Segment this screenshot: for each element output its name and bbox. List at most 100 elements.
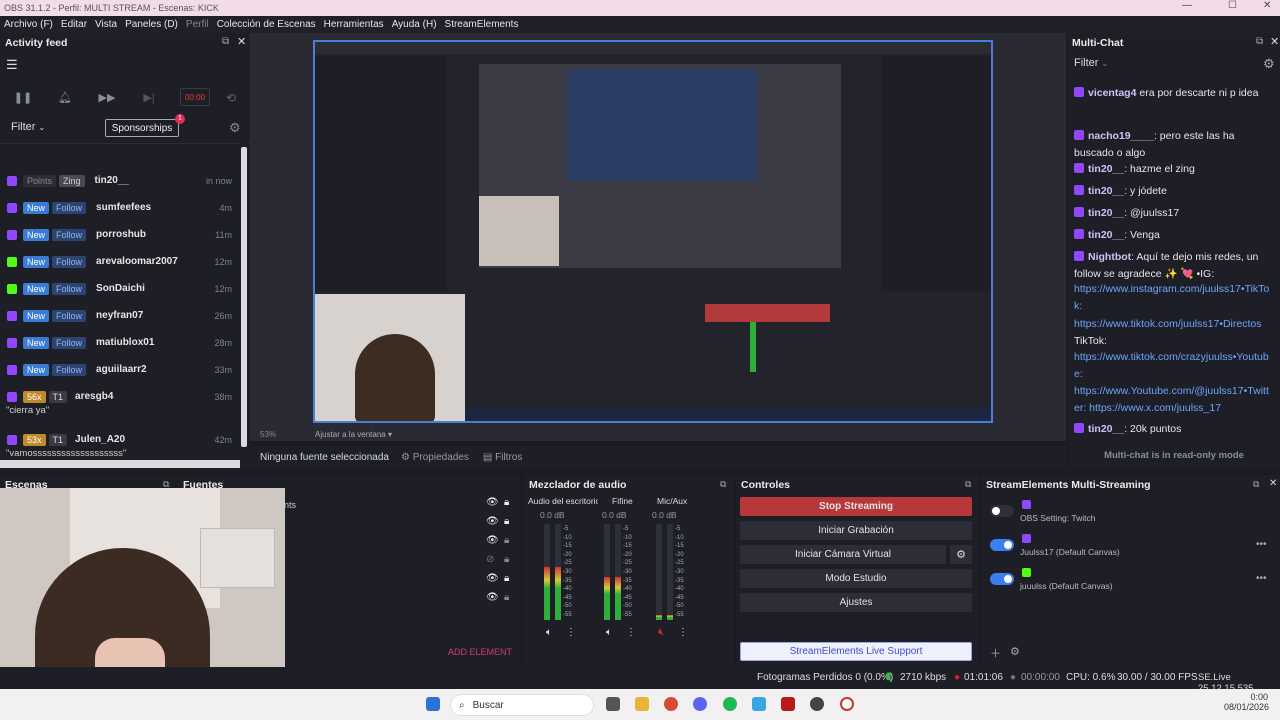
app-icon[interactable] <box>752 697 766 711</box>
float-icon[interactable]: ⧉ <box>965 479 971 490</box>
live-support-button[interactable]: StreamElements Live Support <box>740 642 972 661</box>
chat-username[interactable]: nacho19____ <box>1088 130 1154 142</box>
close-panel-icon[interactable]: ✕ <box>237 35 246 48</box>
spotify-icon[interactable] <box>723 697 737 711</box>
stop-streaming-button[interactable]: Stop Streaming <box>740 497 972 516</box>
menu-vista[interactable]: Vista <box>95 19 117 30</box>
eye-icon[interactable]: 👁︎ <box>486 535 499 546</box>
sponsorships-button[interactable]: Sponsorships <box>105 119 179 137</box>
mute-timer[interactable]: 00:00 <box>180 88 210 106</box>
feed-item[interactable]: New Follow sumfeefees 4m <box>0 194 248 221</box>
more-options-icon[interactable]: ••• <box>1256 539 1267 550</box>
task-view-icon[interactable] <box>606 697 620 711</box>
filter-dropdown[interactable]: Filter ⌄ <box>11 121 45 133</box>
output-toggle[interactable] <box>990 505 1014 517</box>
lock-icon[interactable]: 🔒︎ <box>504 516 509 527</box>
properties-button[interactable]: ⚙ Propiedades <box>401 452 469 463</box>
chat-username[interactable]: tin20__ <box>1088 423 1124 435</box>
gear-icon[interactable]: ⚙ <box>1010 645 1020 658</box>
chat-link[interactable]: https://www.tiktok.com/crazyjuulss•Youtu… <box>1074 351 1269 380</box>
chat-username[interactable]: tin20__ <box>1088 185 1124 197</box>
scrollbar-thumb[interactable] <box>241 147 247 447</box>
feed-scrollbar[interactable] <box>240 143 248 460</box>
chat-link[interactable]: https://www.tiktok.com/juulss17•Directos <box>1074 318 1262 330</box>
more-vertical-icon[interactable]: ⋮ <box>626 627 636 638</box>
filter-dropdown[interactable]: Filter ⌄ <box>1074 57 1108 69</box>
float-icon[interactable]: ⧉ <box>222 36 229 47</box>
float-icon[interactable]: ⧉ <box>1256 36 1263 47</box>
feed-item[interactable]: New Follow porroshub 11m <box>0 221 248 248</box>
lock-icon[interactable]: 🔒︎ <box>504 573 509 584</box>
feed-item[interactable]: New Follow neyfran07 26m <box>0 302 248 329</box>
feed-item[interactable]: New Follow aguiilaarr2 33m <box>0 356 248 383</box>
lock-icon[interactable]: 🔒︎ <box>504 497 509 508</box>
settings-gear-icon[interactable]: ⚙ <box>1263 56 1275 72</box>
taskbar-search[interactable]: ⌕ Buscar <box>450 694 594 716</box>
filters-button[interactable]: ▤ Filtros <box>483 452 522 463</box>
studio-mode-button[interactable]: Modo Estudio <box>740 569 972 588</box>
chat-link[interactable]: https://www.instagram.com/juulss17•TikTo… <box>1074 283 1269 312</box>
settings-button[interactable]: Ajustes <box>740 593 972 612</box>
close-panel-icon[interactable]: ✕ <box>1270 35 1279 48</box>
zoom-label[interactable]: 53% <box>260 430 276 439</box>
obs-icon[interactable] <box>810 697 824 711</box>
pause-icon[interactable]: ❚❚ <box>12 88 34 106</box>
output-toggle[interactable] <box>990 573 1014 585</box>
more-vertical-icon[interactable]: ⋮ <box>566 627 576 638</box>
menu-coleccion-escenas[interactable]: Colección de Escenas <box>217 19 316 30</box>
chat-username[interactable]: tin20__ <box>1088 163 1124 175</box>
feed-item[interactable]: Points Zing tin20__ in now <box>0 167 248 194</box>
float-icon[interactable]: ⧉ <box>720 479 726 490</box>
virtual-camera-button[interactable]: Iniciar Cámara Virtual <box>740 545 946 564</box>
chat-username[interactable]: vicentag4 <box>1088 87 1136 99</box>
speaker-muted-icon[interactable]: 🔇︎ <box>658 627 664 638</box>
app-red-icon[interactable] <box>781 697 795 711</box>
skip-end-icon[interactable]: ▶| <box>138 88 160 106</box>
menu-ayuda[interactable]: Ayuda (H) <box>392 19 437 30</box>
lock-icon[interactable]: 🔒︎ <box>504 535 509 546</box>
discord-icon[interactable] <box>693 697 707 711</box>
skip-icon[interactable]: ▶▶ <box>96 88 118 106</box>
se-live-icon[interactable] <box>840 697 854 711</box>
maximize-icon[interactable]: ☐ <box>1228 0 1237 11</box>
feed-item[interactable]: New Follow arevaloomar2007 12m <box>0 248 248 275</box>
more-options-icon[interactable]: ••• <box>1256 573 1267 584</box>
float-icon[interactable]: ⧉ <box>1253 479 1259 490</box>
eye-icon[interactable]: 👁︎ <box>486 497 499 508</box>
feed-item[interactable]: New Follow SonDaichi 12m <box>0 275 248 302</box>
hamburger-menu-icon[interactable]: ☰ <box>6 57 18 73</box>
menu-editar[interactable]: Editar <box>61 19 87 30</box>
history-icon[interactable]: ⟲ <box>226 91 236 105</box>
start-recording-button[interactable]: Iniciar Grabación <box>740 521 972 540</box>
speaker-icon[interactable]: 🔈︎ <box>606 627 612 638</box>
lock-icon[interactable]: 🔒︎ <box>504 554 509 565</box>
eye-icon[interactable]: 👁︎ <box>486 516 499 527</box>
feed-item[interactable]: New Follow matiublox01 28m <box>0 329 248 356</box>
eye-icon[interactable]: 👁︎ <box>486 573 499 584</box>
chat-username[interactable]: Nightbot <box>1088 251 1131 263</box>
menu-perfil[interactable]: Perfil <box>186 19 209 30</box>
preview-canvas[interactable] <box>313 40 993 423</box>
bell-icon[interactable]: 🔔︎ <box>54 88 76 106</box>
close-window-icon[interactable]: ✕ <box>1263 0 1271 11</box>
windows-start-icon[interactable] <box>426 697 440 711</box>
eye-off-icon[interactable]: ⊘ <box>486 554 499 565</box>
lock-icon[interactable]: 🔒︎ <box>504 592 509 603</box>
settings-gear-icon[interactable]: ⚙ <box>229 120 241 136</box>
eye-icon[interactable]: 👁︎ <box>486 592 499 603</box>
menu-paneles[interactable]: Paneles (D) <box>125 19 178 30</box>
more-vertical-icon[interactable]: ⋮ <box>678 627 688 638</box>
fit-window-dropdown[interactable]: Ajustar a la ventana ▾ <box>315 430 392 439</box>
clock[interactable]: 0:00 08/01/2026 <box>1224 692 1269 712</box>
chat-link[interactable]: https://www.Youtube.com/@juulss17•Twitte… <box>1074 385 1269 414</box>
chrome-icon[interactable] <box>664 697 678 711</box>
chat-username[interactable]: tin20__ <box>1088 207 1124 219</box>
add-icon[interactable]: ＋ <box>990 645 1001 661</box>
close-panel-icon[interactable]: ✕ <box>1269 478 1277 489</box>
menu-herramientas[interactable]: Herramientas <box>324 19 384 30</box>
menu-streamelements[interactable]: StreamElements <box>445 19 519 30</box>
add-element-button[interactable]: ADD ELEMENT <box>448 647 512 657</box>
minimize-icon[interactable]: — <box>1182 0 1192 11</box>
output-toggle[interactable] <box>990 539 1014 551</box>
speaker-icon[interactable]: 🔈︎ <box>546 627 552 638</box>
